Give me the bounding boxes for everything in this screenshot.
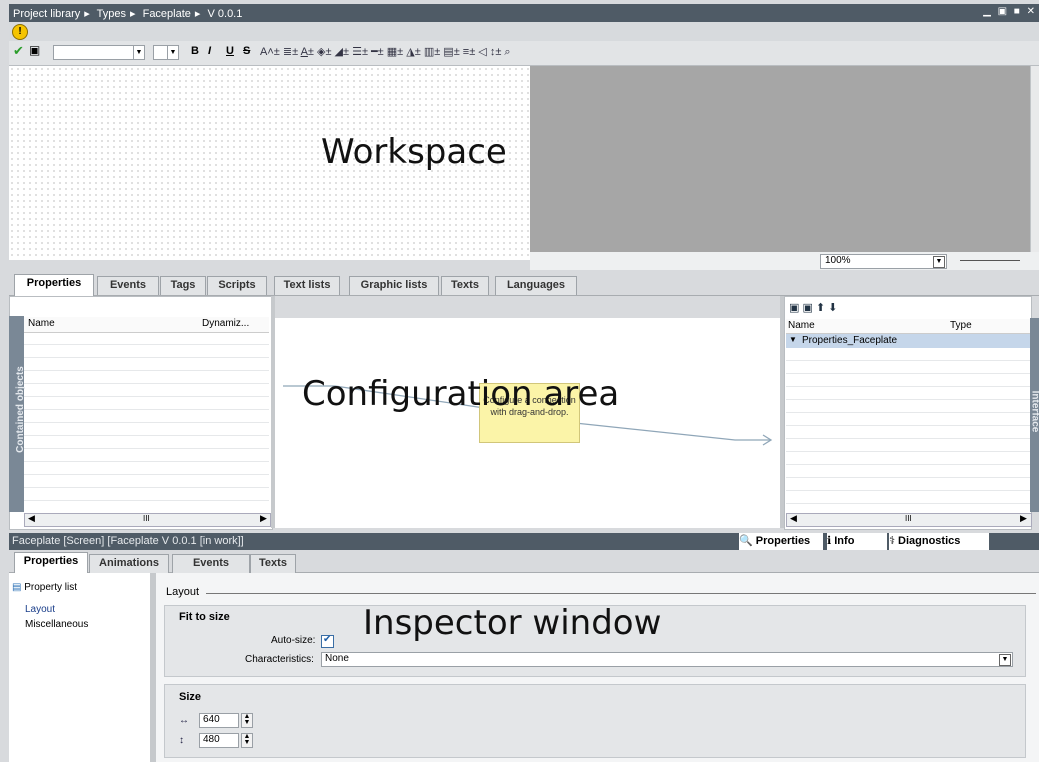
screen-icon[interactable]: ▣ (29, 43, 40, 58)
tree-item-layout[interactable]: Layout (25, 604, 55, 615)
height-input[interactable]: 480 (199, 733, 239, 748)
inspector-tab-properties[interactable]: Properties (14, 552, 88, 574)
chevron-down-icon: ▼ (133, 46, 144, 59)
inspector-properties-tab[interactable]: 🔍 Properties (739, 533, 823, 550)
inspector-tab-bar: Properties Animations Events Texts (9, 550, 1039, 574)
config-area-label: Configuration area (302, 374, 620, 414)
size-heading: Size (179, 691, 202, 703)
col-name[interactable]: Name (28, 318, 55, 329)
bold-button[interactable]: B (191, 45, 199, 60)
fit-to-size-heading: Fit to size (179, 611, 230, 623)
left-hscrollbar[interactable]: ◀ III ▶ (24, 513, 271, 527)
underline-button[interactable]: U (226, 45, 234, 60)
crumb-faceplate[interactable]: Faceplate (143, 8, 191, 20)
crumb-types[interactable]: Types (97, 8, 126, 20)
inspector-tab-texts[interactable]: Texts (250, 554, 296, 573)
chevron-down-icon: ▼ (167, 46, 178, 59)
inspector-tree: ▤ Property list Layout Miscellaneous (9, 573, 150, 762)
zoom-bar: 100% ▼ (530, 252, 1039, 270)
tree-item-miscellaneous[interactable]: Miscellaneous (25, 619, 88, 630)
warning-icon[interactable]: ! (12, 24, 28, 40)
font-combo[interactable]: ▼ (53, 45, 145, 60)
scroll-left-icon[interactable]: ◀ (790, 513, 797, 524)
warning-row: ! (9, 22, 1039, 41)
check-icon[interactable]: ✔ (13, 43, 24, 58)
tab-languages[interactable]: Languages (495, 276, 577, 295)
list-icon: ▤ (12, 582, 22, 593)
right-hscrollbar[interactable]: ◀ III ▶ (786, 513, 1032, 527)
tab-graphic-lists[interactable]: Graphic lists (349, 276, 439, 295)
format-toolbar: ✔ ▣ ▼ ▼ B I U S A˄± ≣± A± ◈± ◢± ☰± ━± ▦±… (9, 41, 1039, 66)
left-list (24, 332, 269, 512)
right-list (786, 348, 1030, 512)
list-item[interactable]: ▼ Properties_Faceplate (786, 334, 1030, 348)
width-icon: ↔ (179, 715, 189, 726)
inspector-diagnostics-tab[interactable]: ⚕ Diagnostics (889, 533, 989, 550)
font-size-combo[interactable]: ▼ (153, 45, 179, 60)
expand-icon[interactable]: ▼ (789, 335, 797, 344)
tab-texts[interactable]: Texts (441, 276, 489, 295)
italic-button[interactable]: I (208, 45, 211, 60)
autosize-label: Auto-size: (271, 635, 316, 646)
section-title: Layout (166, 586, 200, 598)
scroll-left-icon[interactable]: ◀ (28, 513, 35, 524)
section-divider (206, 593, 1036, 594)
strikethrough-button[interactable]: S (243, 45, 250, 60)
size-group: Size ↔ 640 ▲ ▼ ↕ 480 ▲ ▼ (164, 684, 1026, 758)
zoom-slider[interactable] (960, 260, 1020, 261)
workspace-label: Workspace (321, 132, 507, 172)
tab-tags[interactable]: Tags (160, 276, 206, 295)
characteristics-select[interactable]: None ▼ (321, 652, 1013, 667)
title-bar: Project library ▸ Types ▸ Faceplate ▸ V 0.0… (9, 4, 1039, 22)
window-controls[interactable]: ▁ ▣ ■ ✕ (983, 6, 1037, 17)
breadcrumb: Project library ▸ Types ▸ Faceplate ▸ V 0.0… (13, 8, 243, 20)
property-list-button[interactable]: ▤ Property list (12, 582, 77, 593)
tab-text-lists[interactable]: Text lists (274, 276, 340, 295)
properties-icon: 🔍 (739, 535, 753, 547)
interface-strip[interactable]: Interface (1029, 318, 1039, 512)
inspector-info-tab[interactable]: ℹ Info (827, 533, 887, 550)
diagnostics-icon: ⚕ (889, 535, 895, 547)
chevron-down-icon: ▼ (933, 256, 945, 268)
chevron-down-icon: ▼ (999, 654, 1011, 666)
autosize-checkbox[interactable] (321, 634, 334, 651)
col-name[interactable]: Name (788, 320, 815, 331)
tab-scripts[interactable]: Scripts (207, 276, 267, 295)
crumb-project-library[interactable]: Project library (13, 8, 80, 20)
inspector-tab-events[interactable]: Events (172, 554, 250, 573)
crumb-version[interactable]: V 0.0.1 (208, 8, 243, 20)
inspector-tab-animations[interactable]: Animations (89, 554, 169, 573)
inspector-title: Faceplate [Screen] [Faceplate V 0.0.1 [i… (12, 535, 244, 547)
scroll-right-icon[interactable]: ▶ (260, 513, 267, 524)
tab-properties[interactable]: Properties (14, 274, 94, 296)
text-format-icons[interactable]: A˄± ≣± A± ◈± ◢± ☰± ━± ▦± ◮± ▥± ▤± ≡± ◁ ↕… (260, 45, 511, 60)
workspace-scrollbar[interactable] (1030, 66, 1039, 260)
interface-toolbar-icons[interactable]: ▣ ▣ ⬆ ⬇ (789, 301, 837, 314)
workspace-background (530, 66, 1030, 260)
height-stepper[interactable]: ▲ ▼ (241, 733, 253, 748)
contained-objects-strip[interactable]: Contained objects (9, 316, 26, 512)
width-stepper[interactable]: ▲ ▼ (241, 713, 253, 728)
zoom-select[interactable]: 100% ▼ (820, 254, 947, 269)
info-icon: ℹ (827, 535, 832, 547)
tab-events[interactable]: Events (97, 276, 159, 295)
col-type[interactable]: Type (950, 320, 972, 331)
scroll-right-icon[interactable]: ▶ (1020, 513, 1027, 524)
config-tab-bar: Properties Events Tags Scripts Text list… (9, 270, 1039, 296)
width-input[interactable]: 640 (199, 713, 239, 728)
characteristics-label: Characteristics: (245, 654, 314, 665)
inspector-title-bar: Faceplate [Screen] [Faceplate V 0.0.1 [i… (9, 533, 1039, 550)
inspector-main: Layout Fit to size Auto-size: Characteri… (156, 573, 1039, 762)
col-dynamization[interactable]: Dynamiz... (202, 318, 249, 329)
height-icon: ↕ (179, 735, 184, 746)
inspector-window-label: Inspector window (363, 603, 662, 643)
right-list-header: Name Type (786, 319, 1030, 334)
left-list-header: Name Dynamiz... (24, 317, 269, 333)
